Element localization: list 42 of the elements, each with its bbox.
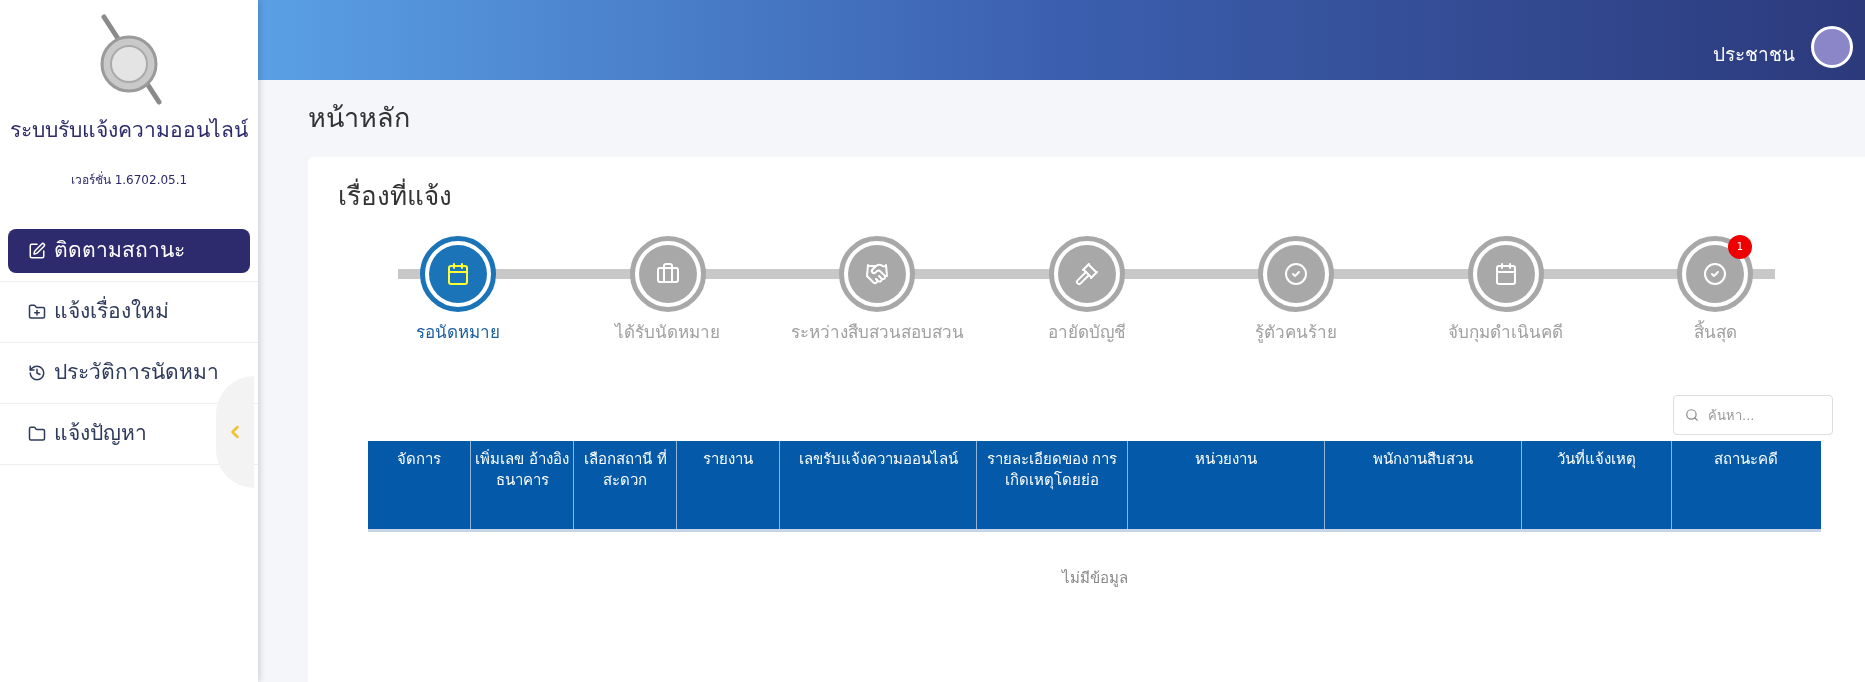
column-header: สถานะคดี (1670, 441, 1821, 529)
column-header: พนักงานสืบสวน (1323, 441, 1521, 529)
step-icon (655, 261, 680, 286)
column-header: เลือกสถานี ที่สะดวก (573, 441, 677, 529)
search-icon (1685, 408, 1699, 422)
step-label: ระหว่างสืบสวนสอบสวน (790, 320, 964, 344)
step-label: รอนัดหมาย (416, 320, 500, 344)
search-field[interactable]: ค้นหา... (1673, 395, 1833, 435)
step-label: สิ้นสุด (1693, 319, 1737, 345)
column-header: เพิ่มเลข อ้างอิง ธนาคาร (470, 441, 574, 529)
column-header: เลขรับแจ้งความออนไลน์ (779, 441, 977, 529)
step-label: รู้ตัวคนร้าย (1255, 320, 1337, 345)
step-label: ได้รับนัดหมาย (615, 320, 720, 344)
step-icon (1703, 261, 1727, 286)
empty-table-message: ไม่มีข้อมูล (1060, 568, 1129, 589)
sidebar-nav-item[interactable]: แจ้งเรื่องใหม่ (8, 289, 189, 334)
column-header: วันที่แจ้งเหตุ (1520, 441, 1671, 529)
sidebar-nav-item[interactable]: ติดตามสถานะ (8, 228, 250, 273)
user-name: ประชาชน (1713, 41, 1795, 67)
nav-icon (28, 363, 46, 382)
step-icon (1493, 261, 1518, 286)
app-title: ระบบรับแจ้งความออนไลน์ (10, 117, 248, 144)
step-label: จับกุมดำเนินคดี (1448, 320, 1563, 345)
column-header: จัดการ (396, 449, 443, 470)
step-label: อายัดบัญชี (1047, 320, 1126, 344)
column-header: รายงาน (676, 441, 780, 529)
nav-icon (28, 302, 46, 321)
step-icon (446, 261, 470, 286)
nav-icon (28, 241, 46, 260)
avatar-icon[interactable] (1811, 26, 1853, 68)
nav-icon (28, 424, 46, 443)
column-header: หน่วยงาน (1126, 441, 1324, 529)
page-title: หน้าหลัก (308, 101, 411, 135)
step-icon (1284, 261, 1308, 286)
step-icon (865, 261, 889, 286)
step-icon (1074, 261, 1099, 286)
card-title: เรื่องที่แจ้ง (338, 177, 453, 213)
version-text: เวอร์ชั่น 1.6702.05.1 (70, 170, 188, 189)
sidebar-nav-item[interactable]: แจ้งปัญหา (8, 411, 167, 456)
sidebar-nav-item[interactable]: ประวัติการนัดหมา (8, 350, 239, 395)
column-header: รายละเอียดของ การเกิดเหตุโดยย่อ (976, 441, 1127, 529)
notification-badge: 1 (1728, 234, 1752, 259)
